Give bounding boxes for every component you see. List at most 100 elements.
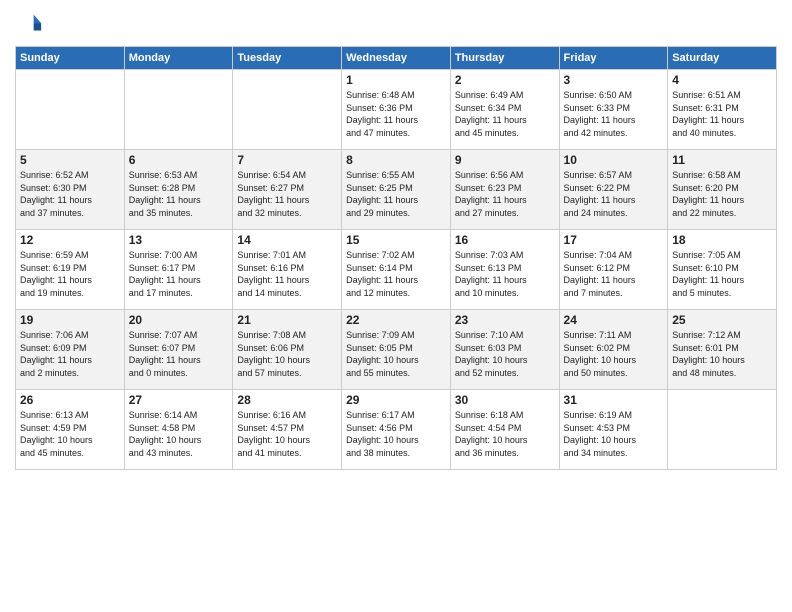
day-number: 25 xyxy=(672,313,772,327)
day-number: 9 xyxy=(455,153,555,167)
day-number: 29 xyxy=(346,393,446,407)
day-info: Sunrise: 7:09 AM Sunset: 6:05 PM Dayligh… xyxy=(346,329,446,379)
calendar-cell: 25Sunrise: 7:12 AM Sunset: 6:01 PM Dayli… xyxy=(668,310,777,390)
calendar-row: 12 Sunrise: 6:59 AM Sunset: 6:19 PM Dayli… xyxy=(16,230,777,310)
day-info: Sunrise: 6:52 AM Sunset: 6:30 PM Dayligh… xyxy=(20,169,120,219)
day-info: Sunrise: 7:03 AM Sunset: 6:13 PM Dayligh… xyxy=(455,249,555,299)
calendar-cell: 23Sunrise: 7:10 AM Sunset: 6:03 PM Dayli… xyxy=(450,310,559,390)
day-info: Sunrise: 6:54 AM Sunset: 6:27 PM Dayligh… xyxy=(237,169,337,219)
calendar-cell: 30 Sunrise: 6:18 AM Sunset: 4:54 PM Dayli… xyxy=(450,390,559,470)
calendar-cell: 5 Sunrise: 6:52 AM Sunset: 6:30 PM Daylig… xyxy=(16,150,125,230)
calendar-cell: 7 Sunrise: 6:54 AM Sunset: 6:27 PM Daylig… xyxy=(233,150,342,230)
day-number: 3 xyxy=(564,73,664,87)
day-number: 15 xyxy=(346,233,446,247)
day-number: 11 xyxy=(672,153,772,167)
calendar-cell: 28 Sunrise: 6:16 AM Sunset: 4:57 PM Dayli… xyxy=(233,390,342,470)
day-info: Sunrise: 6:48 AM Sunset: 6:36 PM Dayligh… xyxy=(346,89,446,139)
calendar-cell: 12 Sunrise: 6:59 AM Sunset: 6:19 PM Dayli… xyxy=(16,230,125,310)
day-info: Sunrise: 7:07 AM Sunset: 6:07 PM Dayligh… xyxy=(129,329,229,379)
day-info: Sunrise: 6:16 AM Sunset: 4:57 PM Dayligh… xyxy=(237,409,337,459)
day-number: 8 xyxy=(346,153,446,167)
calendar-table: SundayMondayTuesdayWednesdayThursdayFrid… xyxy=(15,46,777,470)
day-number: 24 xyxy=(564,313,664,327)
day-number: 27 xyxy=(129,393,229,407)
day-info: Sunrise: 6:58 AM Sunset: 6:20 PM Dayligh… xyxy=(672,169,772,219)
day-number: 30 xyxy=(455,393,555,407)
calendar-cell: 18 Sunrise: 7:05 AM Sunset: 6:10 PM Dayli… xyxy=(668,230,777,310)
calendar-cell: 19 Sunrise: 7:06 AM Sunset: 6:09 PM Dayli… xyxy=(16,310,125,390)
calendar-cell: 10Sunrise: 6:57 AM Sunset: 6:22 PM Dayli… xyxy=(559,150,668,230)
day-info: Sunrise: 7:11 AM Sunset: 6:02 PM Dayligh… xyxy=(564,329,664,379)
logo-icon xyxy=(15,10,43,38)
page: SundayMondayTuesdayWednesdayThursdayFrid… xyxy=(0,0,792,612)
weekday-header: Sunday xyxy=(16,47,125,70)
day-info: Sunrise: 7:02 AM Sunset: 6:14 PM Dayligh… xyxy=(346,249,446,299)
day-number: 19 xyxy=(20,313,120,327)
weekday-header: Tuesday xyxy=(233,47,342,70)
day-info: Sunrise: 6:18 AM Sunset: 4:54 PM Dayligh… xyxy=(455,409,555,459)
day-number: 26 xyxy=(20,393,120,407)
day-info: Sunrise: 6:59 AM Sunset: 6:19 PM Dayligh… xyxy=(20,249,120,299)
calendar-cell: 20 Sunrise: 7:07 AM Sunset: 6:07 PM Dayli… xyxy=(124,310,233,390)
calendar-cell: 14 Sunrise: 7:01 AM Sunset: 6:16 PM Dayli… xyxy=(233,230,342,310)
calendar-cell: 16 Sunrise: 7:03 AM Sunset: 6:13 PM Dayli… xyxy=(450,230,559,310)
calendar-cell: 26 Sunrise: 6:13 AM Sunset: 4:59 PM Dayli… xyxy=(16,390,125,470)
calendar-cell: 9 Sunrise: 6:56 AM Sunset: 6:23 PM Daylig… xyxy=(450,150,559,230)
calendar-cell: 15 Sunrise: 7:02 AM Sunset: 6:14 PM Dayli… xyxy=(342,230,451,310)
calendar-cell xyxy=(668,390,777,470)
day-info: Sunrise: 6:57 AM Sunset: 6:22 PM Dayligh… xyxy=(564,169,664,219)
weekday-header: Thursday xyxy=(450,47,559,70)
day-number: 7 xyxy=(237,153,337,167)
calendar-cell xyxy=(16,70,125,150)
header-row: SundayMondayTuesdayWednesdayThursdayFrid… xyxy=(16,47,777,70)
day-number: 13 xyxy=(129,233,229,247)
day-info: Sunrise: 7:04 AM Sunset: 6:12 PM Dayligh… xyxy=(564,249,664,299)
calendar-row: 1 Sunrise: 6:48 AM Sunset: 6:36 PM Daylig… xyxy=(16,70,777,150)
calendar-cell: 22 Sunrise: 7:09 AM Sunset: 6:05 PM Dayli… xyxy=(342,310,451,390)
day-number: 22 xyxy=(346,313,446,327)
weekday-header: Friday xyxy=(559,47,668,70)
day-number: 21 xyxy=(237,313,337,327)
day-info: Sunrise: 7:06 AM Sunset: 6:09 PM Dayligh… xyxy=(20,329,120,379)
day-info: Sunrise: 6:51 AM Sunset: 6:31 PM Dayligh… xyxy=(672,89,772,139)
day-number: 28 xyxy=(237,393,337,407)
day-info: Sunrise: 7:10 AM Sunset: 6:03 PM Dayligh… xyxy=(455,329,555,379)
logo xyxy=(15,10,47,38)
day-number: 6 xyxy=(129,153,229,167)
day-info: Sunrise: 6:50 AM Sunset: 6:33 PM Dayligh… xyxy=(564,89,664,139)
day-info: Sunrise: 6:55 AM Sunset: 6:25 PM Dayligh… xyxy=(346,169,446,219)
calendar-cell: 3 Sunrise: 6:50 AM Sunset: 6:33 PM Daylig… xyxy=(559,70,668,150)
calendar-cell: 13Sunrise: 7:00 AM Sunset: 6:17 PM Dayli… xyxy=(124,230,233,310)
calendar-cell: 11 Sunrise: 6:58 AM Sunset: 6:20 PM Dayli… xyxy=(668,150,777,230)
day-info: Sunrise: 6:56 AM Sunset: 6:23 PM Dayligh… xyxy=(455,169,555,219)
calendar-cell: 1 Sunrise: 6:48 AM Sunset: 6:36 PM Daylig… xyxy=(342,70,451,150)
day-number: 12 xyxy=(20,233,120,247)
day-info: Sunrise: 6:13 AM Sunset: 4:59 PM Dayligh… xyxy=(20,409,120,459)
day-number: 20 xyxy=(129,313,229,327)
calendar-cell: 24 Sunrise: 7:11 AM Sunset: 6:02 PM Dayli… xyxy=(559,310,668,390)
calendar-cell: 8 Sunrise: 6:55 AM Sunset: 6:25 PM Daylig… xyxy=(342,150,451,230)
calendar-row: 5 Sunrise: 6:52 AM Sunset: 6:30 PM Daylig… xyxy=(16,150,777,230)
weekday-header: Monday xyxy=(124,47,233,70)
day-number: 1 xyxy=(346,73,446,87)
day-number: 4 xyxy=(672,73,772,87)
day-number: 5 xyxy=(20,153,120,167)
day-info: Sunrise: 6:49 AM Sunset: 6:34 PM Dayligh… xyxy=(455,89,555,139)
day-info: Sunrise: 7:05 AM Sunset: 6:10 PM Dayligh… xyxy=(672,249,772,299)
weekday-header: Saturday xyxy=(668,47,777,70)
day-number: 14 xyxy=(237,233,337,247)
calendar-cell: 2 Sunrise: 6:49 AM Sunset: 6:34 PM Daylig… xyxy=(450,70,559,150)
day-number: 2 xyxy=(455,73,555,87)
day-number: 17 xyxy=(564,233,664,247)
day-info: Sunrise: 7:01 AM Sunset: 6:16 PM Dayligh… xyxy=(237,249,337,299)
weekday-header: Wednesday xyxy=(342,47,451,70)
day-number: 18 xyxy=(672,233,772,247)
day-number: 16 xyxy=(455,233,555,247)
day-info: Sunrise: 7:08 AM Sunset: 6:06 PM Dayligh… xyxy=(237,329,337,379)
day-number: 31 xyxy=(564,393,664,407)
day-info: Sunrise: 6:19 AM Sunset: 4:53 PM Dayligh… xyxy=(564,409,664,459)
calendar-cell: 21 Sunrise: 7:08 AM Sunset: 6:06 PM Dayli… xyxy=(233,310,342,390)
calendar-cell: 29Sunrise: 6:17 AM Sunset: 4:56 PM Dayli… xyxy=(342,390,451,470)
calendar-row: 26 Sunrise: 6:13 AM Sunset: 4:59 PM Dayli… xyxy=(16,390,777,470)
day-info: Sunrise: 6:14 AM Sunset: 4:58 PM Dayligh… xyxy=(129,409,229,459)
